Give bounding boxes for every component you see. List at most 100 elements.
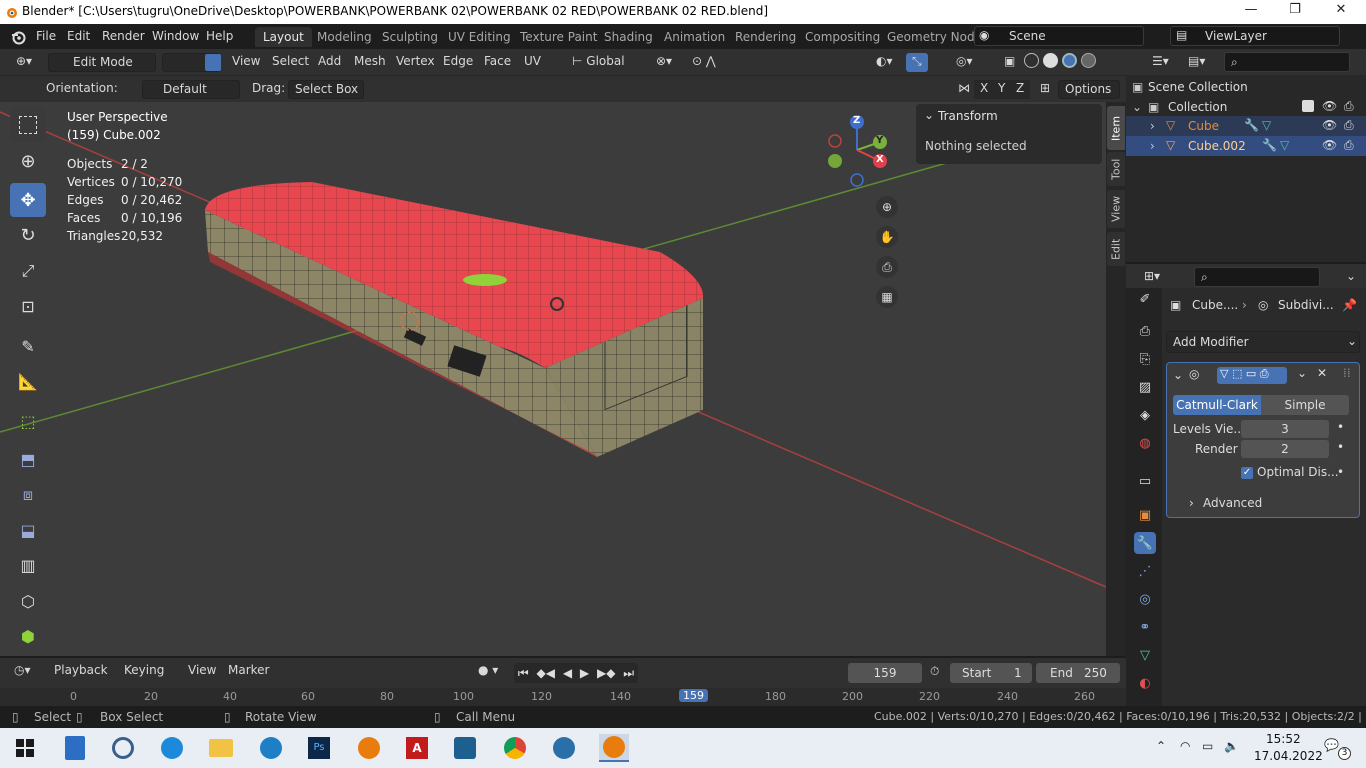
marker-menu[interactable]: Marker bbox=[222, 662, 275, 681]
app-icon[interactable] bbox=[549, 734, 579, 762]
stopwatch-icon[interactable]: ⏱ bbox=[930, 664, 939, 679]
current-frame-field[interactable]: 159 bbox=[848, 663, 922, 683]
camera-icon[interactable]: ⎙ bbox=[1344, 118, 1354, 133]
camera-icon[interactable]: ⎙ bbox=[1344, 138, 1354, 153]
loop-cut-tool-icon[interactable]: ▥ bbox=[10, 548, 46, 582]
outliner-search-input[interactable]: ⌕ bbox=[1224, 52, 1350, 72]
scene-tab-icon[interactable]: ◈ bbox=[1134, 404, 1156, 426]
editor-type-icon[interactable]: ⊕▾ bbox=[10, 53, 38, 72]
display-mode-icon[interactable]: ▤▾ bbox=[1182, 53, 1211, 72]
transform-tool-icon[interactable]: ⊡ bbox=[10, 289, 46, 323]
3d-viewport[interactable]: User Perspective (159) Cube.002 Objects … bbox=[0, 102, 1106, 656]
collection-tab-icon[interactable]: ▭ bbox=[1134, 470, 1156, 492]
advanced-section-label[interactable]: Advanced bbox=[1203, 496, 1262, 510]
simple-button[interactable]: Simple bbox=[1261, 395, 1349, 415]
end-frame-field[interactable]: End 250 bbox=[1036, 663, 1120, 683]
chevron-right-icon[interactable]: › bbox=[1150, 139, 1155, 153]
material-tab-icon[interactable]: ◐ bbox=[1134, 672, 1156, 694]
clock-time[interactable]: 15:52 bbox=[1266, 732, 1301, 746]
chevron-down-icon[interactable]: ⌄ bbox=[1173, 368, 1183, 382]
tab-uv-editing[interactable]: UV Editing bbox=[440, 27, 519, 47]
menu-mesh[interactable]: Mesh bbox=[348, 53, 392, 72]
knife-tool-icon[interactable]: ⬡ bbox=[10, 584, 46, 618]
overlay-toggle-icon[interactable]: ◎▾ bbox=[950, 53, 979, 72]
next-keyframe-icon[interactable]: ▶◆ bbox=[597, 666, 615, 680]
tab-edit[interactable]: Edit bbox=[1107, 232, 1125, 266]
drag-selector[interactable]: Select Box bbox=[288, 80, 364, 99]
optimal-display-checkbox[interactable]: ✓ bbox=[1241, 467, 1253, 479]
add-modifier-dropdown[interactable]: Add Modifier ⌄ bbox=[1166, 331, 1360, 353]
tab-shading[interactable]: Shading bbox=[596, 27, 661, 47]
calculator-app-icon[interactable] bbox=[60, 734, 90, 762]
battery-icon[interactable]: ▭ bbox=[1202, 739, 1213, 753]
constraints-tab-icon[interactable]: ⚭ bbox=[1134, 616, 1156, 638]
gizmo-toggle-icon[interactable]: ⤡ bbox=[906, 53, 928, 72]
world-tab-icon[interactable]: ◍ bbox=[1134, 432, 1156, 454]
timeline-view-menu[interactable]: View bbox=[182, 662, 222, 681]
network-icon[interactable]: ◠ bbox=[1180, 739, 1190, 753]
annotate-tool-icon[interactable]: ✎ bbox=[10, 329, 46, 363]
chrome-browser-icon[interactable] bbox=[500, 734, 530, 762]
checkbox-icon[interactable] bbox=[1302, 100, 1314, 112]
transform-orientation-selector[interactable]: ⊢ Global bbox=[566, 53, 644, 72]
select-box-tool-icon[interactable] bbox=[10, 108, 46, 142]
close-icon[interactable]: ✕ bbox=[1318, 2, 1364, 22]
tab-layout[interactable]: Layout bbox=[255, 27, 312, 47]
inset-tool-icon[interactable]: ⧈ bbox=[10, 478, 46, 512]
properties-editor-icon[interactable]: ⊞▾ bbox=[1138, 268, 1166, 287]
outliner-editor-icon[interactable]: ☰▾ bbox=[1146, 53, 1175, 72]
bevel-tool-icon[interactable]: ⬓ bbox=[10, 513, 46, 547]
proportional-edit-icon[interactable]: ⊙ ⋀ bbox=[686, 53, 722, 72]
tab-view[interactable]: View bbox=[1107, 190, 1125, 228]
scale-tool-icon[interactable]: ⤢ bbox=[10, 254, 46, 288]
tab-compositing[interactable]: Compositing bbox=[797, 27, 888, 47]
chevron-right-icon[interactable]: › bbox=[1150, 119, 1155, 133]
mirror-y-toggle[interactable]: Y bbox=[992, 80, 1012, 99]
keyframe-dot-icon[interactable]: • bbox=[1337, 465, 1344, 479]
menu-add[interactable]: Add bbox=[312, 53, 347, 72]
mirror-z-toggle[interactable]: Z bbox=[1010, 80, 1031, 99]
menu-edit[interactable]: Edit bbox=[67, 29, 90, 43]
pin-icon[interactable]: 📌 bbox=[1342, 298, 1357, 312]
record-icon[interactable]: ● ▾ bbox=[472, 662, 504, 681]
physics-tab-icon[interactable]: ◎ bbox=[1134, 588, 1156, 610]
blender-active-app-icon[interactable] bbox=[599, 734, 629, 762]
blender-app-icon[interactable] bbox=[354, 734, 384, 762]
modifier-tab-icon[interactable]: 🔧 bbox=[1134, 532, 1156, 554]
chevron-down-icon[interactable]: ⌄ bbox=[1340, 268, 1362, 287]
tab-texture-paint[interactable]: Texture Paint bbox=[512, 27, 605, 47]
eye-icon[interactable]: 👁 bbox=[1322, 99, 1337, 113]
mode-selector[interactable]: Edit Mode bbox=[48, 53, 156, 72]
clock-date[interactable]: 17.04.2022 bbox=[1254, 749, 1323, 763]
chevron-down-icon[interactable]: ⌄ bbox=[924, 108, 934, 122]
view-layer-selector[interactable]: ViewLayer bbox=[1170, 26, 1340, 46]
mirror-icon[interactable]: ⋈ bbox=[952, 80, 976, 99]
chevron-up-icon[interactable]: ⌃ bbox=[1156, 739, 1166, 753]
windows-start-icon[interactable] bbox=[10, 734, 40, 762]
visibility-icon[interactable]: ◐▾ bbox=[870, 53, 899, 72]
object-tab-icon[interactable]: ▣ bbox=[1134, 504, 1156, 526]
view-layer-tab-icon[interactable]: ▨ bbox=[1134, 376, 1156, 398]
properties-search-input[interactable]: ⌕ bbox=[1194, 267, 1320, 287]
xray-icon[interactable]: ▣ bbox=[998, 53, 1021, 72]
outliner-item-cube-002[interactable]: › ▽ Cube.002 🔧 ▽ 👁 ⎙ bbox=[1126, 136, 1366, 156]
tab-modeling[interactable]: Modeling bbox=[309, 27, 380, 47]
menu-render[interactable]: Render bbox=[102, 29, 145, 43]
menu-select[interactable]: Select bbox=[266, 53, 315, 72]
poly-build-tool-icon[interactable]: ⬢ bbox=[10, 619, 46, 653]
particles-tab-icon[interactable]: ⋰ bbox=[1134, 560, 1156, 582]
rotate-tool-icon[interactable]: ↻ bbox=[10, 218, 46, 252]
timeline-ruler[interactable]: 0 20 40 60 80 100 120 140 159 180 200 22… bbox=[0, 688, 1126, 706]
autocad-icon[interactable]: A bbox=[402, 734, 432, 762]
outliner-collection[interactable]: ⌄ ▣ Collection 👁 ⎙ bbox=[1126, 97, 1366, 117]
menu-file[interactable]: File bbox=[36, 29, 56, 43]
jump-end-icon[interactable]: ⏭ bbox=[623, 666, 634, 681]
playhead[interactable]: 159 bbox=[679, 689, 708, 702]
camera-icon[interactable]: ⎙ bbox=[1344, 99, 1354, 114]
remove-modifier-icon[interactable]: ✕ bbox=[1317, 366, 1327, 380]
menu-uv[interactable]: UV bbox=[518, 53, 547, 72]
keyframe-dot-icon[interactable]: • bbox=[1337, 440, 1344, 454]
eye-icon[interactable]: 👁 bbox=[1322, 118, 1337, 132]
minimize-icon[interactable]: — bbox=[1228, 2, 1274, 22]
face-select-mode-icon[interactable] bbox=[205, 54, 221, 71]
